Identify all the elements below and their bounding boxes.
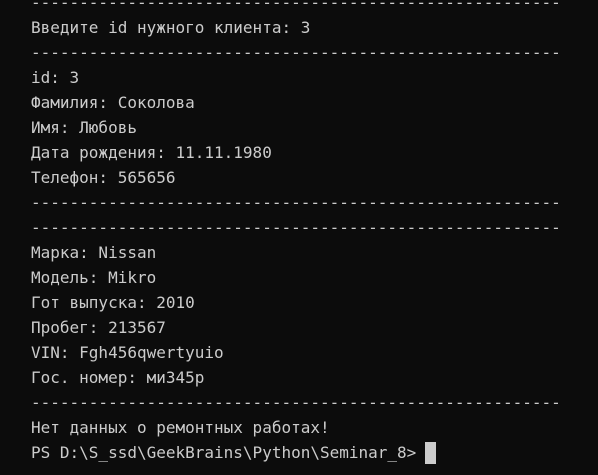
car-plate-line: Гос. номер: ми345р	[31, 368, 205, 387]
car-mileage-line: Пробег: 213567	[31, 318, 166, 337]
terminal-window[interactable]: ----------------------------------------…	[0, 0, 598, 475]
separator-line: ----------------------------------------…	[31, 393, 561, 412]
terminal-output: ----------------------------------------…	[31, 0, 591, 465]
separator-line: ----------------------------------------…	[31, 43, 561, 62]
separator-line: ----------------------------------------…	[31, 218, 561, 237]
client-id-line: id: 3	[31, 68, 80, 87]
text-cursor[interactable]	[425, 441, 437, 464]
car-vin-line: VIN: Fgh456qwertyuio	[31, 343, 224, 362]
shell-prompt-line[interactable]: PS D:\S_ssd\GeekBrains\Python\Seminar_8>	[31, 440, 591, 465]
client-name-line: Имя: Любовь	[31, 118, 137, 137]
client-phone-line: Телефон: 565656	[31, 168, 176, 187]
repair-status-line: Нет данных о ремонтных работах!	[31, 418, 330, 437]
shell-prompt: PS D:\S_ssd\GeekBrains\Python\Seminar_8>	[31, 443, 417, 462]
separator-line: ----------------------------------------…	[31, 193, 561, 212]
car-model-line: Модель: Mikro	[31, 268, 157, 287]
separator-line: ----------------------------------------…	[31, 0, 561, 12]
car-year-line: Гот выпуска: 2010	[31, 293, 195, 312]
client-id-prompt: Введите id нужного клиента: 3	[31, 18, 311, 37]
client-birthdate-line: Дата рождения: 11.11.1980	[31, 143, 272, 162]
car-brand-line: Марка: Nissan	[31, 243, 157, 262]
client-surname-line: Фамилия: Соколова	[31, 93, 195, 112]
